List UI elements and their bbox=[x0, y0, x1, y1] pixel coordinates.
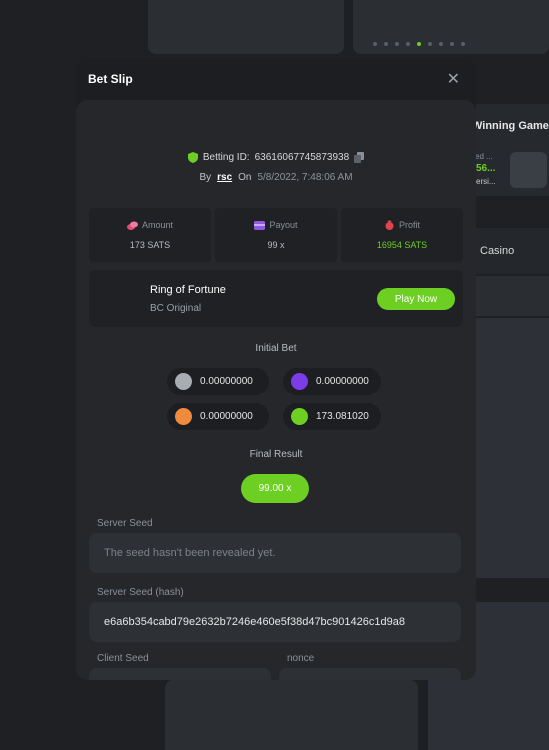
play-now-button[interactable]: Play Now bbox=[377, 288, 455, 310]
winning-game-thumbnail[interactable] bbox=[510, 152, 547, 188]
bet-meta-row: By rsc On 5/8/2022, 7:48:06 AM bbox=[76, 172, 476, 183]
game-type: BC Original bbox=[150, 303, 202, 314]
stat-payout: Payout 99 x bbox=[215, 208, 337, 262]
bet-date: 5/8/2022, 7:48:06 AM bbox=[257, 172, 353, 183]
betting-id-value: 63616067745873938 bbox=[254, 152, 350, 163]
carousel-dots[interactable] bbox=[373, 42, 465, 46]
winning-games-title: Winning Game bbox=[472, 120, 549, 132]
bet-chip: 0.00000000 bbox=[167, 368, 269, 395]
coins-icon bbox=[126, 221, 138, 230]
bet-chip: 0.00000000 bbox=[283, 368, 381, 395]
server-seed-field[interactable]: The seed hasn't been revealed yet. bbox=[89, 533, 461, 573]
bet-chip-value: 0.00000000 bbox=[316, 376, 369, 387]
modal-body: Betting ID: 63616067745873938 By rsc On … bbox=[76, 100, 476, 680]
bet-chip-value: 0.00000000 bbox=[200, 376, 253, 387]
betting-id-row: Betting ID: 63616067745873938 bbox=[76, 152, 476, 163]
bet-chip-value: 173.081020 bbox=[316, 411, 369, 422]
initial-bet-title: Initial Bet bbox=[255, 343, 297, 354]
stat-amount-value: 173 SATS bbox=[129, 240, 171, 250]
final-result-badge: 99.00 x bbox=[241, 474, 309, 503]
copy-icon[interactable] bbox=[354, 152, 365, 163]
stat-amount-label-row: Amount bbox=[126, 220, 174, 230]
stat-profit-value: 16954 SATS bbox=[376, 240, 428, 250]
coin-icon bbox=[291, 373, 308, 390]
bet-chip: 173.081020 bbox=[283, 403, 381, 430]
stat-payout-label: Payout bbox=[269, 220, 298, 230]
client-seed-field[interactable] bbox=[89, 668, 271, 680]
stat-payout-label-row: Payout bbox=[254, 220, 298, 230]
coin-icon bbox=[291, 408, 308, 425]
wallet-icon bbox=[254, 220, 266, 230]
money-bag-icon bbox=[385, 220, 394, 230]
server-seed-hash-label: Server Seed (hash) bbox=[97, 587, 184, 598]
on-label: On bbox=[238, 172, 252, 183]
coin-icon bbox=[175, 408, 192, 425]
final-result-title: Final Result bbox=[249, 449, 303, 460]
game-name: Ring of Fortune bbox=[150, 284, 226, 296]
winning-game-user: ersi... bbox=[476, 177, 496, 186]
carousel-dot[interactable] bbox=[428, 42, 432, 46]
stat-amount: Amount 173 SATS bbox=[89, 208, 211, 262]
modal-header: Bet Slip ✕ bbox=[76, 58, 476, 100]
bet-slip-modal: Bet Slip ✕ Betting ID: 63616067745873938… bbox=[76, 58, 476, 680]
user-link[interactable]: rsc bbox=[217, 172, 232, 183]
bet-chip: 0.00000000 bbox=[167, 403, 269, 430]
server-seed-hash-field[interactable]: e6a6b354cabd79e2632b7246e460e5f38d47bc90… bbox=[89, 602, 461, 642]
stat-profit: Profit 16954 SATS bbox=[341, 208, 463, 262]
bet-stats: Amount 173 SATS Payout 99 x Profit 16954… bbox=[89, 208, 463, 262]
by-label: By bbox=[199, 172, 212, 183]
initial-bet-chips: 0.00000000 0.00000000 0.00000000 173.081… bbox=[167, 368, 383, 430]
bet-chip-value: 0.00000000 bbox=[200, 411, 253, 422]
stat-amount-label: Amount bbox=[141, 220, 174, 230]
background-card bbox=[148, 0, 344, 54]
stat-profit-label: Profit bbox=[398, 220, 420, 230]
carousel-dot[interactable] bbox=[406, 42, 410, 46]
close-button[interactable]: ✕ bbox=[447, 69, 460, 89]
shield-icon bbox=[187, 152, 198, 163]
game-card: Ring of Fortune BC Original Play Now bbox=[89, 270, 463, 327]
carousel-dot[interactable] bbox=[439, 42, 443, 46]
nonce-label: nonce bbox=[287, 653, 315, 664]
coin-icon bbox=[175, 373, 192, 390]
carousel-dot[interactable] bbox=[384, 42, 388, 46]
carousel-dot[interactable] bbox=[461, 42, 465, 46]
casino-label: Casino bbox=[480, 245, 515, 257]
stat-payout-value: 99 x bbox=[267, 240, 285, 250]
background-game-card bbox=[165, 680, 418, 750]
stat-profit-label-row: Profit bbox=[384, 220, 420, 230]
server-seed-label: Server Seed bbox=[97, 518, 153, 529]
client-seed-label: Client Seed bbox=[97, 653, 149, 664]
carousel-dot[interactable] bbox=[373, 42, 377, 46]
carousel-dot[interactable] bbox=[450, 42, 454, 46]
nonce-field[interactable] bbox=[279, 668, 461, 680]
modal-title: Bet Slip bbox=[88, 72, 133, 86]
carousel-dot[interactable] bbox=[395, 42, 399, 46]
winning-game-label: ed ... bbox=[475, 152, 493, 161]
carousel-dot-active[interactable] bbox=[417, 42, 421, 46]
winning-game-amount: 56... bbox=[476, 163, 496, 174]
betting-id-label: Betting ID: bbox=[202, 152, 250, 163]
